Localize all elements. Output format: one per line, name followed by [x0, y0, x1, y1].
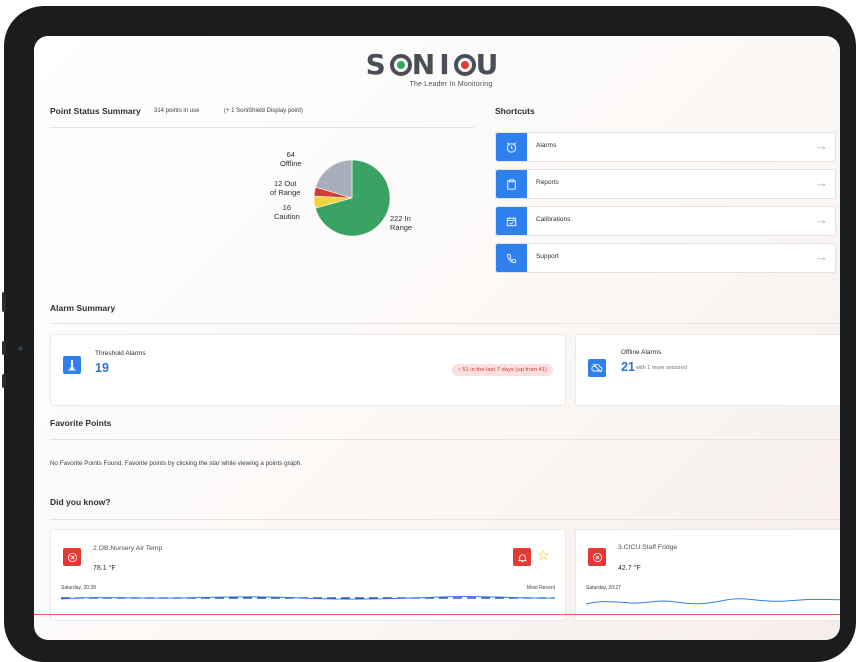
- pie-svg: [313, 159, 391, 237]
- favorite-points-title: Favorite Points: [50, 418, 112, 428]
- graph-start-time: Saturday, 20:27: [586, 585, 621, 591]
- logo-wordmark: S NI U: [365, 48, 503, 81]
- did-you-know-title: Did you know?: [50, 497, 111, 507]
- shortcut-calibrations[interactable]: Calibrations →: [495, 206, 836, 236]
- point-status-title: Point Status Summary: [50, 106, 141, 116]
- offline-snoozed-note: with 1 more snoozed: [636, 365, 687, 371]
- pie-slice-label: 12 Out of Range: [270, 179, 301, 197]
- threshold-alarms-count: 19: [95, 361, 109, 375]
- point-sparkline: [586, 598, 840, 605]
- arrow-right-icon: →: [815, 138, 828, 153]
- alarm-summary-title: Alarm Summary: [50, 303, 116, 313]
- alarm-x-icon: [588, 548, 606, 566]
- cloud-offline-icon: [588, 359, 606, 377]
- sonicu-logo: S NI U The Leader In Monitoring: [364, 48, 504, 89]
- points-in-use: 314 points in use: [154, 108, 200, 114]
- threshold-alarms-label: Threshold Alarms: [95, 350, 146, 357]
- calendar-check-icon: [496, 207, 527, 235]
- offline-alarms-card[interactable]: Offline Alarms 21 with 1 more snoozed: [575, 334, 840, 406]
- point-status-pie-chart: [310, 156, 394, 240]
- shortcut-label: Support: [536, 253, 559, 260]
- divider: [50, 439, 840, 440]
- alarm-clock-icon: [496, 133, 527, 161]
- pie-slice-label: 222 In Range: [390, 214, 413, 232]
- pie-slice-label: 64 Offline: [280, 150, 302, 168]
- tablet-side-button: [2, 374, 6, 388]
- shortcut-label: Alarms: [536, 142, 557, 149]
- point-value: 78.1 °F: [93, 565, 116, 572]
- shortcut-reports[interactable]: Reports →: [495, 169, 836, 199]
- camera-dot: [18, 346, 23, 351]
- favorite-star-icon[interactable]: ☆: [537, 547, 550, 564]
- shortcut-support[interactable]: Support →: [495, 243, 836, 273]
- point-name: 2.OB.Nursery Air Temp: [93, 545, 163, 552]
- arrow-right-icon: →: [815, 175, 828, 190]
- offline-alarms-count: 21: [621, 360, 635, 374]
- point-name: 3.CICU.Staff Fridge: [618, 544, 678, 551]
- divider: [50, 127, 474, 128]
- divider: [50, 323, 840, 324]
- tablet-side-button: [2, 341, 6, 355]
- shortcut-label: Calibrations: [536, 216, 571, 223]
- tablet-side-button: [2, 292, 6, 312]
- threshold-alarms-card[interactable]: Threshold Alarms 19 ↑ 51 in the last 7 d…: [50, 334, 566, 406]
- alarm-x-icon: [63, 548, 81, 566]
- phone-icon: [496, 244, 527, 272]
- point-sparkline: [61, 595, 555, 600]
- point-value: 42.7 °F: [618, 565, 641, 572]
- pie-slice-label: 16 Caution: [274, 203, 300, 221]
- no-favorites-message: No Favorite Points Found. Favorite point…: [50, 460, 302, 467]
- threshold-trend-badge: ↑ 51 in the last 7 days (up from 41): [451, 364, 553, 376]
- display-point-note: (+ 1 SoniShield Display point): [224, 108, 303, 114]
- arrow-right-icon: →: [815, 212, 828, 227]
- divider: [50, 519, 840, 520]
- graph-start-time: Saturday, 20:28: [61, 585, 96, 591]
- shortcut-alarms[interactable]: Alarms →: [495, 132, 836, 162]
- offline-alarms-label: Offline Alarms: [621, 349, 662, 356]
- bottom-rule: [34, 614, 840, 615]
- clipboard-icon: [496, 170, 527, 198]
- point-card[interactable]: 3.CICU.Staff Fridge 42.7 °F Saturday, 20…: [575, 529, 840, 621]
- shortcuts-title: Shortcuts: [495, 106, 535, 116]
- alarm-bell-button[interactable]: [513, 548, 531, 566]
- app-screen: S NI U The Leader In Monitoring Point Stat…: [34, 36, 840, 640]
- arrow-right-icon: →: [815, 249, 828, 264]
- shortcut-label: Reports: [536, 179, 559, 186]
- point-card[interactable]: 2.OB.Nursery Air Temp 78.1 °F ☆ Saturday…: [50, 529, 566, 621]
- graph-most-recent: Most Recent: [526, 585, 555, 591]
- logo-tagline: The Leader In Monitoring: [409, 81, 493, 88]
- thermometer-icon: [63, 356, 81, 374]
